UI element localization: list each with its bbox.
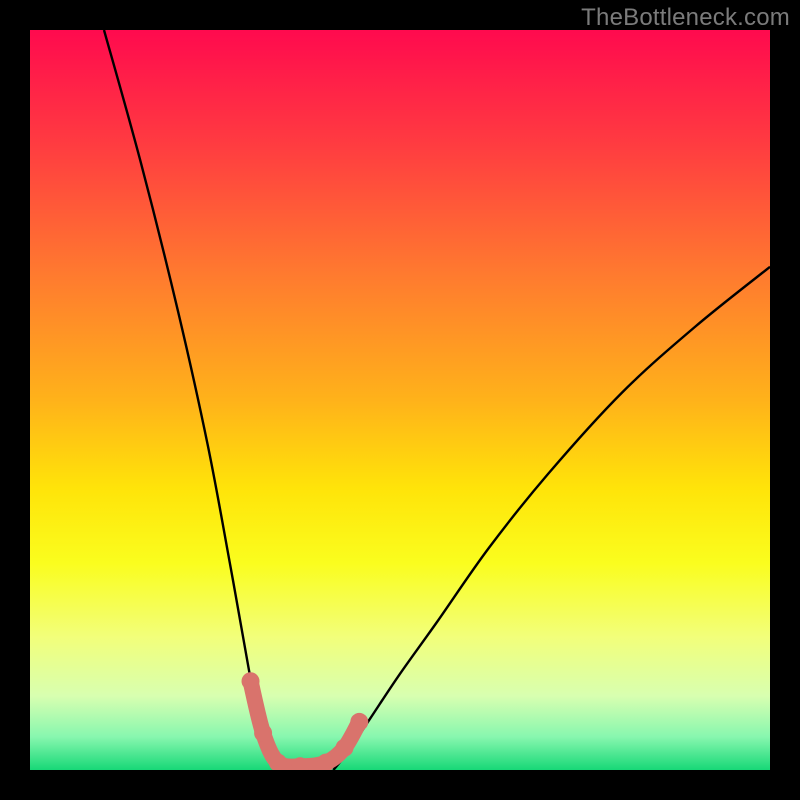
trough-marker <box>350 713 368 731</box>
trough-marker <box>254 724 272 742</box>
watermark-text: TheBottleneck.com <box>581 4 790 32</box>
plot-area <box>30 30 770 770</box>
chart-frame: TheBottleneck.com <box>0 0 800 800</box>
trough-marker <box>242 672 260 690</box>
chart-svg <box>30 30 770 770</box>
gradient-background <box>30 30 770 770</box>
trough-marker <box>336 739 354 757</box>
